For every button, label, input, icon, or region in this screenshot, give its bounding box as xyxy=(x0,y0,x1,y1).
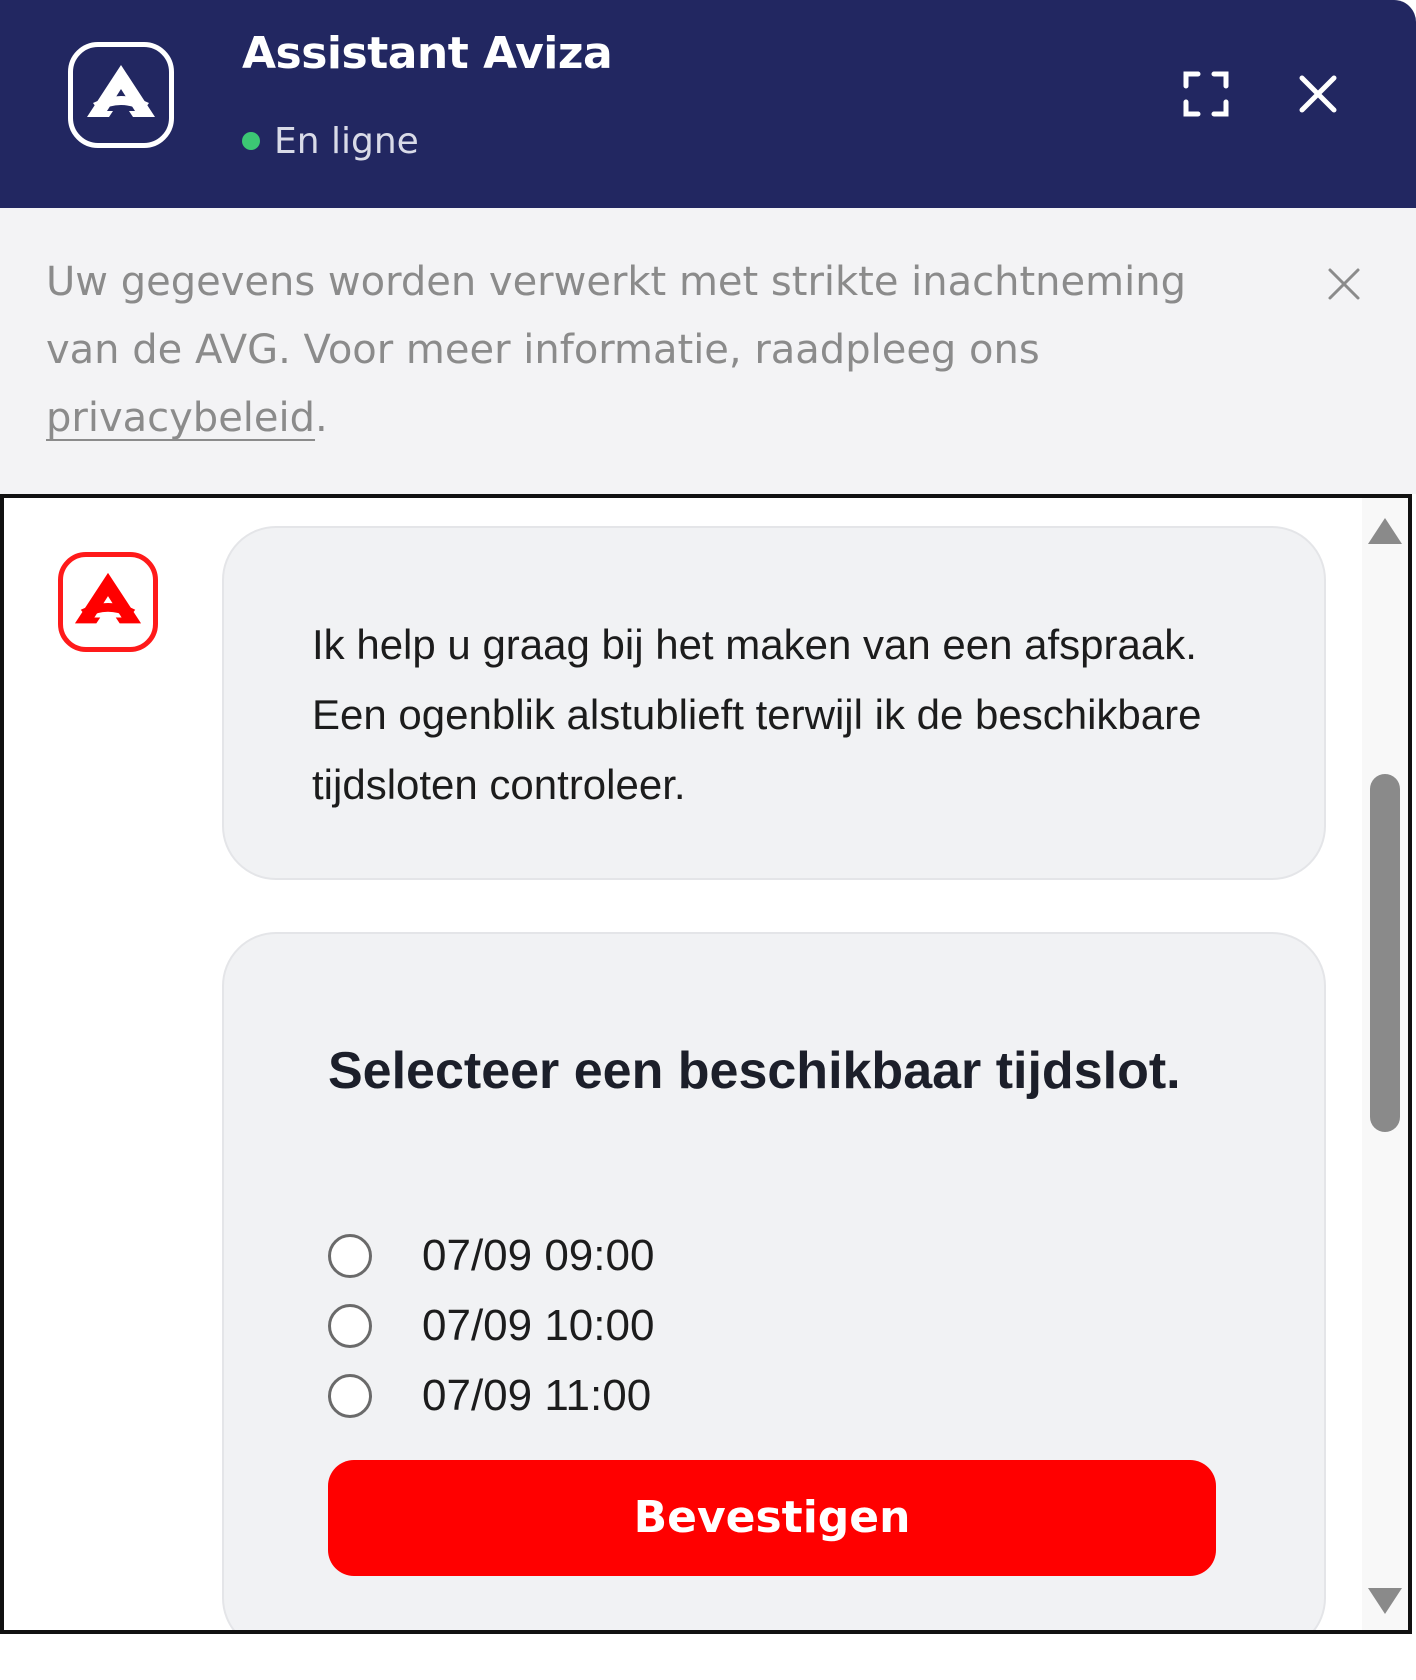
privacy-notice-text: Uw gegevens worden verwerkt met strikte … xyxy=(46,248,1246,452)
chat-header: Assistant Aviza En ligne xyxy=(0,0,1416,208)
expand-button[interactable] xyxy=(1174,62,1238,126)
radio-button[interactable] xyxy=(328,1304,372,1348)
close-icon xyxy=(1299,75,1337,113)
timeslot-label: 07/09 11:00 xyxy=(422,1371,652,1420)
close-chat-button[interactable] xyxy=(1286,62,1350,126)
scroll-up-button[interactable] xyxy=(1366,514,1404,548)
timeslot-label: 07/09 10:00 xyxy=(422,1301,655,1350)
online-status: En ligne xyxy=(242,118,419,166)
scroll-down-button[interactable] xyxy=(1366,1584,1404,1618)
triangle-up-icon xyxy=(1368,518,1402,544)
privacy-notice: Uw gegevens worden verwerkt met strikte … xyxy=(0,208,1416,494)
timeslot-label: 07/09 09:00 xyxy=(422,1231,655,1280)
bot-message-bubble: Ik help u graag bij het maken van een af… xyxy=(222,526,1326,880)
notice-text-after: . xyxy=(315,395,328,441)
chat-scrollbar[interactable] xyxy=(1362,498,1408,1630)
online-dot-icon xyxy=(242,132,260,150)
status-label: En ligne xyxy=(274,121,419,162)
timeslot-form-title: Selecteer een beschikbaar tijdslot. xyxy=(328,1042,1181,1100)
close-icon xyxy=(1328,268,1360,300)
dismiss-notice-button[interactable] xyxy=(1322,262,1366,306)
bot-avatar xyxy=(58,552,158,652)
expand-icon xyxy=(1183,71,1229,117)
scroll-thumb[interactable] xyxy=(1370,774,1400,1132)
radio-button[interactable] xyxy=(328,1234,372,1278)
timeslot-form: Selecteer een beschikbaar tijdslot. 07/0… xyxy=(222,932,1326,1630)
privacy-policy-link[interactable]: privacybeleid xyxy=(46,395,315,441)
confirm-button[interactable]: Bevestigen xyxy=(328,1460,1216,1576)
bot-message-text: Ik help u graag bij het maken van een af… xyxy=(312,621,1202,808)
radio-button[interactable] xyxy=(328,1374,372,1418)
chat-widget: Assistant Aviza En ligne Uw gegevens wor… xyxy=(0,0,1416,1680)
aviza-logo-icon xyxy=(74,572,142,624)
assistant-title: Assistant Aviza xyxy=(242,28,613,79)
notice-text-before: Uw gegevens worden verwerkt met strikte … xyxy=(46,259,1186,373)
chat-messages-area: Ik help u graag bij het maken van een af… xyxy=(0,494,1412,1634)
triangle-down-icon xyxy=(1368,1588,1402,1614)
aviza-logo-icon xyxy=(68,42,174,148)
